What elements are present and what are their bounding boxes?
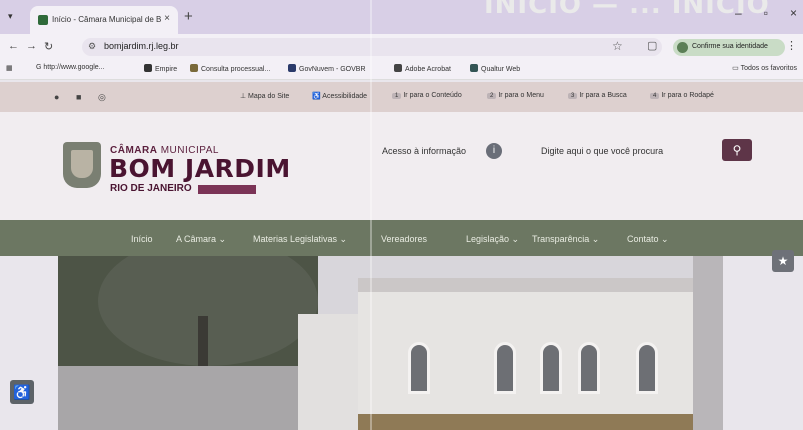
all-bookmarks-folder[interactable]: ▭ Todos os favoritos [732, 64, 797, 72]
url-text: bomjardim.rj.leg.br [104, 41, 179, 51]
nav-contato[interactable]: Contato ⌄ [627, 234, 669, 245]
access-info-link[interactable]: Acesso à informação [382, 146, 466, 156]
utility-bar: ● ■ ◎ ⊥ Mapa do Site ♿ Acessibilidade 1I… [0, 82, 803, 112]
site-info-icon[interactable]: ⚙ [88, 41, 96, 52]
accessibility-icon[interactable]: ♿ [10, 380, 34, 404]
identity-button[interactable]: Confirme sua identidade [673, 39, 785, 56]
accessibility-link[interactable]: ♿ Acessibilidade [312, 92, 367, 100]
back-icon[interactable]: ← [8, 40, 19, 52]
coat-of-arms-logo[interactable] [63, 142, 101, 188]
nav-legislacao[interactable]: Legislação ⌄ [466, 234, 519, 245]
tab-close-icon[interactable]: × [164, 13, 170, 24]
hero-image [58, 256, 723, 430]
identity-label: Confirme sua identidade [692, 43, 768, 50]
url-field[interactable]: ⚙ bomjardim.rj.leg.br [82, 38, 662, 56]
skip-link[interactable]: 1 Ir para o Conteúdo [392, 92, 462, 99]
close-window-icon[interactable]: × [790, 6, 797, 20]
extensions-icon[interactable]: ▢ [647, 39, 657, 52]
menu-kebab-icon[interactable]: ⋮ [786, 39, 797, 52]
nav-vereadores[interactable]: Vereadores [381, 234, 427, 244]
favorite-star-icon[interactable]: ★ [772, 250, 794, 272]
logo-bom-jardim[interactable]: BOM JARDIM [109, 154, 291, 183]
search-button[interactable]: ⚲ [722, 139, 752, 161]
browser-window: ▾ Início - Câmara Municipal de B × + INÍ… [0, 0, 803, 430]
reload-icon[interactable]: ↻ [44, 40, 53, 53]
site-header: CÂMARA MUNICIPAL BOM JARDIM RIO DE JANEI… [0, 112, 803, 220]
instagram-icon[interactable]: ◎ [98, 92, 106, 103]
bookmark-item[interactable]: Adobe Acrobat [394, 64, 451, 73]
nav-a-camara[interactable]: A Câmara ⌄ [176, 234, 226, 245]
search-input[interactable] [515, 139, 710, 163]
logo-tagline [198, 185, 256, 194]
main-nav: Início A Câmara ⌄ Materias Legislativas … [0, 220, 803, 256]
browser-tab[interactable]: Início - Câmara Municipal de B × [30, 6, 178, 34]
site-favicon-icon [38, 15, 48, 25]
window-controls: – ▫ × [713, 6, 797, 20]
tab-search-icon[interactable]: ▾ [8, 11, 22, 23]
nav-materias-legislativas[interactable]: Materias Legislativas ⌄ [253, 234, 347, 245]
address-bar: ← → ↻ ⚙ bomjardim.rj.leg.br ☆ ▢ Confirme… [0, 34, 803, 60]
youtube-icon[interactable]: ■ [76, 92, 81, 102]
bookmark-item[interactable]: Consulta processual... [190, 64, 270, 73]
site-map-link[interactable]: ⊥ Mapa do Site [240, 92, 289, 100]
nav-transparencia[interactable]: Transparência ⌄ [532, 234, 599, 245]
skip-link[interactable]: 3 Ir para a Busca [568, 92, 627, 99]
skip-link[interactable]: 2 Ir para o Menu [487, 92, 544, 99]
logo-state: RIO DE JANEIRO [110, 183, 192, 194]
bookmark-star-icon[interactable]: ☆ [612, 39, 623, 53]
new-tab-icon[interactable]: + [184, 8, 193, 25]
facebook-icon[interactable]: ● [54, 92, 59, 102]
minimize-icon[interactable]: – [735, 6, 742, 20]
skip-link[interactable]: 4 Ir para o Rodapé [650, 92, 714, 99]
bookmark-item[interactable]: Empire [144, 64, 177, 73]
tab-title: Início - Câmara Municipal de B [52, 15, 162, 24]
maximize-icon[interactable]: ▫ [764, 6, 768, 20]
info-icon[interactable]: i [486, 143, 502, 159]
tab-strip: ▾ Início - Câmara Municipal de B × + INÍ… [0, 0, 803, 34]
nav-inicio[interactable]: Início [131, 234, 153, 244]
bookmarks-bar: ▦ G http://www.google... Empire Consulta… [0, 60, 803, 80]
bookmark-item[interactable]: G http://www.google... [36, 64, 104, 71]
bookmark-item[interactable]: GovNuvem - GOVBR [288, 64, 366, 73]
apps-icon[interactable]: ▦ [6, 64, 13, 72]
bookmark-item[interactable]: Qualtur Web [470, 64, 520, 73]
forward-icon[interactable]: → [26, 40, 37, 52]
profile-avatar [677, 42, 688, 53]
